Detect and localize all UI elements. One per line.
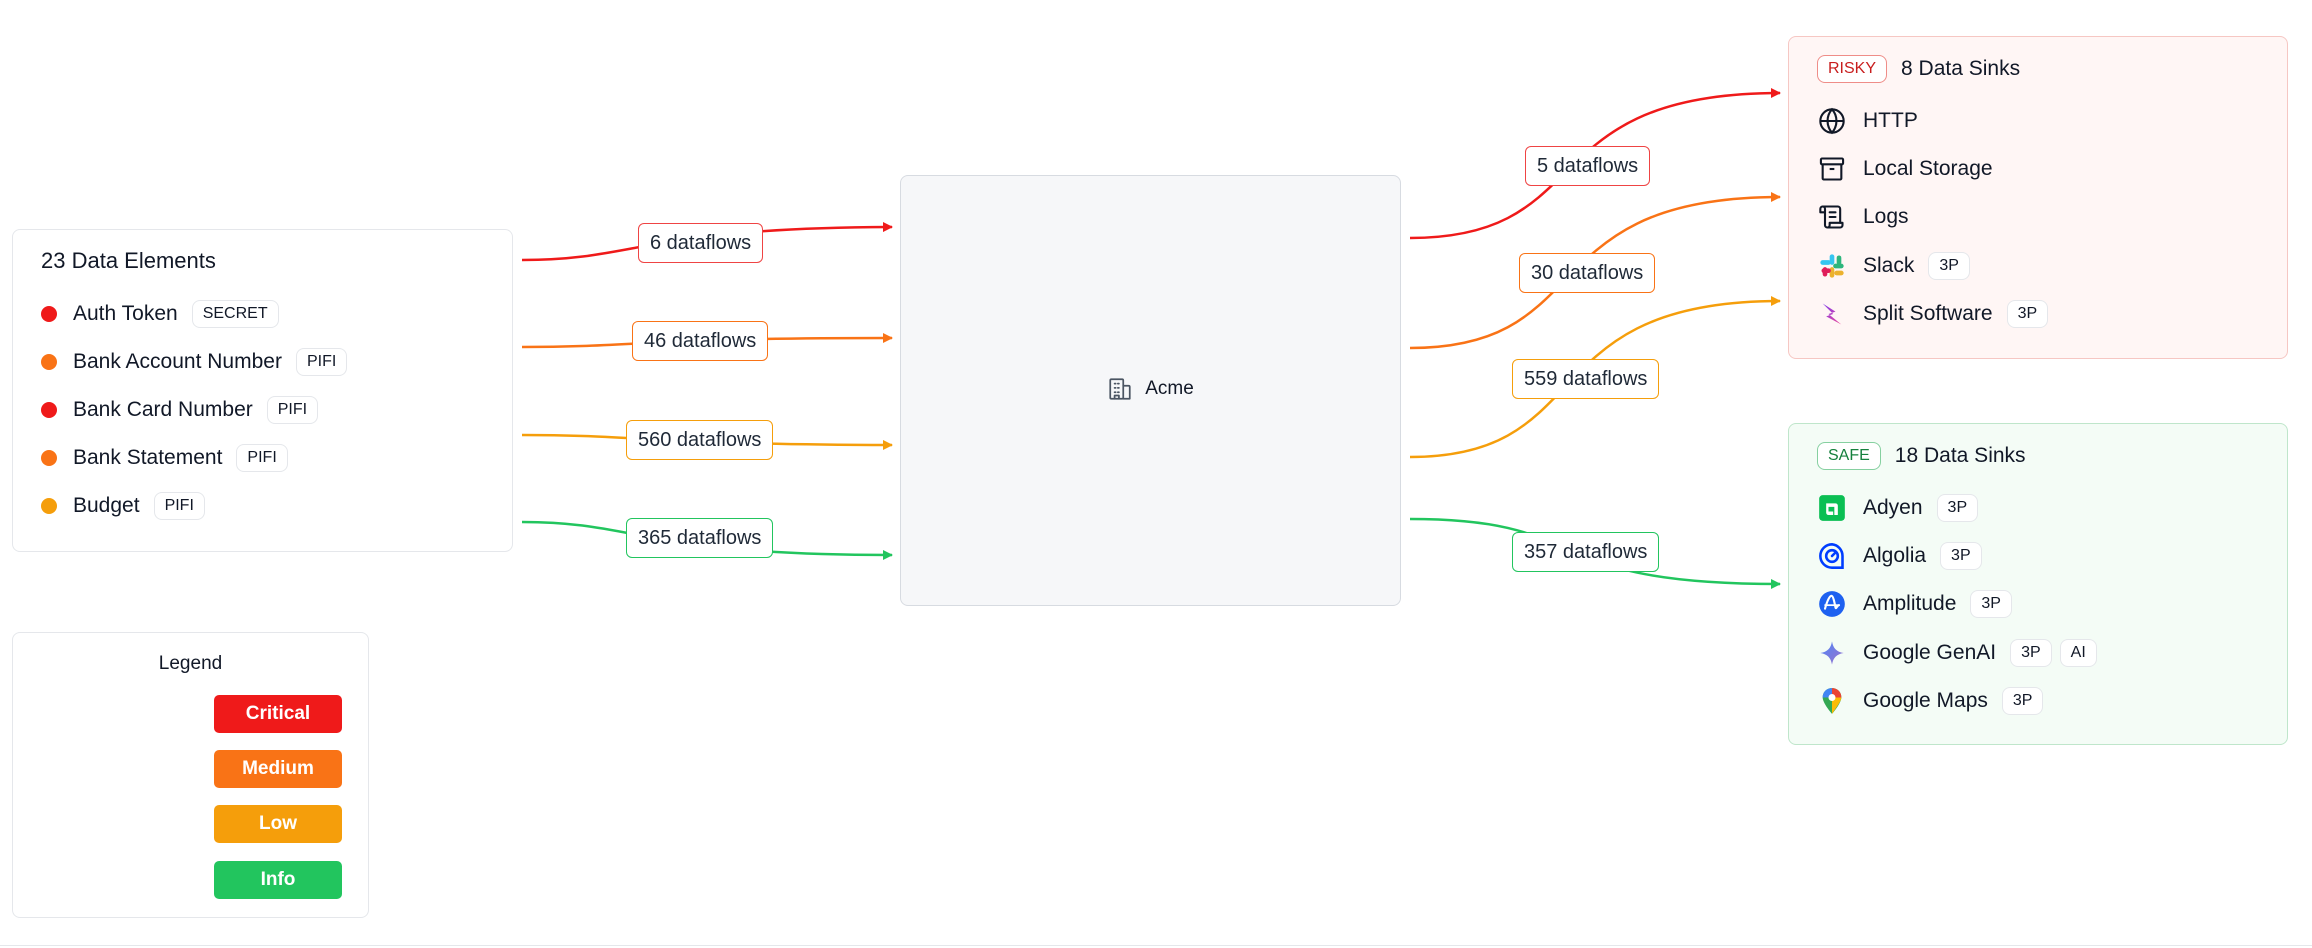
outbound-flow-label-critical[interactable]: 5 dataflows (1525, 146, 1651, 186)
data-element-item[interactable]: Bank Statement PIFI (41, 438, 288, 478)
outbound-flow-label-low[interactable]: 559 dataflows (1512, 359, 1660, 399)
data-element-item[interactable]: Budget PIFI (41, 486, 205, 526)
severity-dot (41, 402, 57, 418)
map-pin-icon (1817, 686, 1847, 716)
data-elements-card[interactable]: 23 Data Elements Auth Token SECRET Bank … (12, 229, 513, 552)
inbound-flow-label-low[interactable]: 560 dataflows (626, 420, 774, 460)
bottom-divider (0, 945, 2312, 946)
sink-item[interactable]: Logs (1817, 197, 1909, 237)
data-element-tag: SECRET (191, 300, 279, 328)
sink-label: Amplitude (1863, 592, 1957, 615)
building-icon (1109, 378, 1131, 400)
legend-label-critical: Critical (214, 695, 342, 733)
sink-label: Google GenAI (1863, 641, 1997, 664)
sink-label: Google Maps (1863, 689, 1988, 712)
sink-label: Logs (1863, 205, 1909, 228)
data-element-label: Bank Statement (73, 446, 223, 469)
data-element-tag: PIFI (236, 444, 288, 472)
data-element-label: Auth Token (73, 302, 178, 325)
legend-label-low: Low (214, 805, 342, 843)
data-element-tag: PIFI (153, 492, 205, 520)
scroll-icon (1817, 202, 1847, 232)
sink-item[interactable]: Algolia 3P (1817, 536, 1982, 576)
amplitude-icon (1817, 589, 1847, 619)
sink-item[interactable]: Local Storage (1817, 149, 1993, 189)
sink-tag: 3P (1940, 542, 1982, 570)
archive-icon (1817, 154, 1847, 184)
data-elements-title: 23 Data Elements (41, 248, 216, 273)
globe-icon (1817, 106, 1847, 136)
sink-tag: 3P (1936, 494, 1979, 522)
sink-item[interactable]: Google Maps 3P (1817, 681, 2044, 721)
slack-icon (1817, 251, 1847, 281)
data-element-label: Bank Account Number (73, 350, 282, 373)
severity-dot (41, 306, 57, 322)
legend-card: Legend Critical Medium Low Info (12, 632, 369, 918)
risky-badge: RISKY (1817, 55, 1888, 83)
data-element-item[interactable]: Bank Card Number PIFI (41, 390, 319, 430)
sink-tag: 3P (1970, 590, 2012, 618)
sink-label: Slack (1863, 254, 1915, 277)
legend-label-info: Info (214, 861, 342, 899)
algolia-icon (1817, 541, 1847, 571)
data-element-item[interactable]: Bank Account Number PIFI (41, 342, 348, 382)
data-element-tag: PIFI (295, 348, 348, 376)
data-element-tag: PIFI (266, 396, 319, 424)
inbound-flow-label-critical[interactable]: 6 dataflows (638, 223, 764, 263)
sink-item[interactable]: Google GenAI 3P AI (1817, 633, 2097, 673)
legend-title: Legend (158, 653, 223, 674)
safe-badge: SAFE (1817, 442, 1881, 470)
safe-sinks-title: 18 Data Sinks (1894, 444, 2026, 467)
data-element-label: Bank Card Number (73, 398, 253, 421)
center-node[interactable]: Acme (900, 175, 1401, 606)
sink-tag: AI (2059, 639, 2097, 667)
adyen-icon (1817, 493, 1847, 523)
sink-item[interactable]: Adyen 3P (1817, 488, 1979, 528)
inbound-flow-label-medium[interactable]: 46 dataflows (632, 321, 769, 361)
safe-sinks-card[interactable]: SAFE 18 Data Sinks Adyen 3P Algolia 3P A… (1788, 423, 2288, 745)
split-icon (1817, 299, 1847, 329)
sink-item[interactable]: HTTP (1817, 101, 1918, 141)
sink-label: Algolia (1863, 544, 1927, 567)
sink-tag: 3P (2010, 639, 2052, 667)
sink-label: Adyen (1863, 496, 1923, 519)
sink-label: Local Storage (1863, 157, 1993, 180)
sink-item[interactable]: Slack 3P (1817, 246, 1970, 286)
sink-tag: 3P (1928, 252, 1970, 280)
outbound-flow-label-medium[interactable]: 30 dataflows (1519, 253, 1656, 293)
data-element-label: Budget (73, 494, 140, 517)
inbound-flow-label-info[interactable]: 365 dataflows (626, 518, 774, 558)
sink-item[interactable]: Amplitude 3P (1817, 584, 2012, 624)
sparkle-icon (1817, 638, 1847, 668)
severity-dot (41, 450, 57, 466)
severity-dot (41, 498, 57, 514)
risky-sinks-card[interactable]: RISKY 8 Data Sinks HTTP Local Storage Lo… (1788, 36, 2288, 359)
sink-label: Split Software (1863, 302, 1993, 325)
severity-dot (41, 354, 57, 370)
sink-tag: 3P (2001, 687, 2044, 715)
sink-tag: 3P (2006, 300, 2049, 328)
outbound-flow-label-info[interactable]: 357 dataflows (1512, 532, 1660, 572)
data-element-item[interactable]: Auth Token SECRET (41, 294, 279, 334)
risky-sinks-title: 8 Data Sinks (1901, 57, 2021, 80)
legend-label-medium: Medium (214, 750, 342, 788)
sink-item[interactable]: Split Software 3P (1817, 294, 2049, 334)
center-node-label: Acme (1145, 378, 1194, 399)
sink-label: HTTP (1863, 109, 1918, 132)
